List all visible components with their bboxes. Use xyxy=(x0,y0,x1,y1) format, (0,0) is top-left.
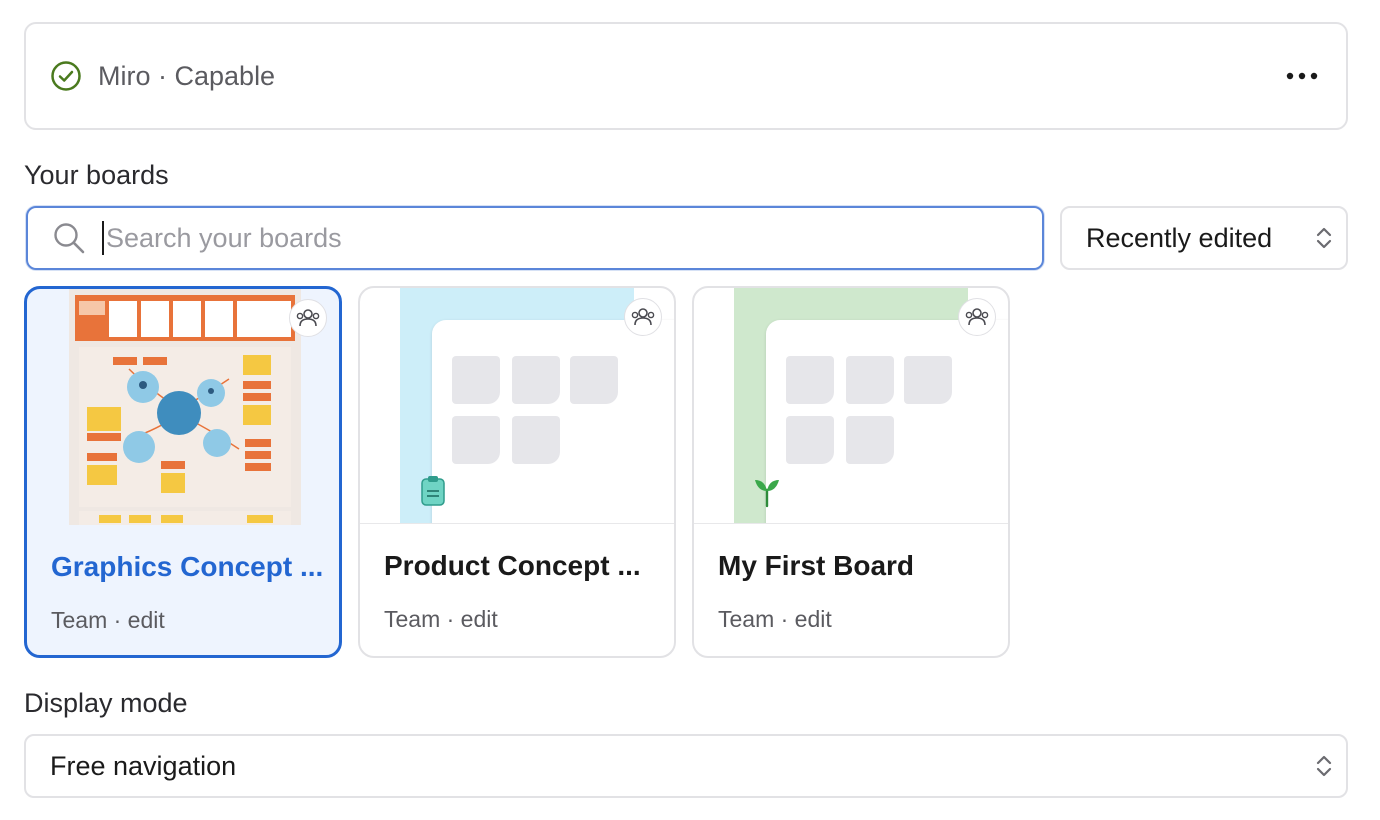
sticky-note xyxy=(512,356,560,404)
more-options-button[interactable] xyxy=(1282,56,1322,96)
team-icon xyxy=(624,298,662,336)
board-card-graphics-concept[interactable]: Graphics Concept ... Team · edit xyxy=(24,286,342,658)
board-thumbnail xyxy=(694,288,1008,524)
search-icon xyxy=(54,223,85,254)
board-search-input[interactable] xyxy=(102,221,982,255)
sort-select-value: Recently edited xyxy=(1086,222,1273,253)
team-icon xyxy=(289,299,327,337)
sort-select[interactable]: Recently edited xyxy=(1060,206,1348,270)
integration-status: Capable xyxy=(174,60,276,91)
chevron-up-down-icon xyxy=(1316,227,1332,249)
integration-name: Miro xyxy=(98,60,151,91)
sprout-icon xyxy=(755,480,779,508)
board-meta: Team · edit xyxy=(51,607,165,633)
team-icon xyxy=(958,298,996,336)
display-mode-value: Free navigation xyxy=(50,750,237,781)
sticky-note xyxy=(512,416,560,464)
board-title: Graphics Concept ... xyxy=(51,551,323,582)
integration-status-text: Miro · Capable xyxy=(98,61,275,92)
display-mode-label: Display mode xyxy=(24,688,188,718)
sticky-note xyxy=(786,416,834,464)
mind-map-thumbnail xyxy=(69,289,301,525)
sticky-note xyxy=(846,356,894,404)
board-card-product-concept[interactable]: Product Concept ... Team · edit xyxy=(358,286,676,658)
sticky-note xyxy=(570,356,618,404)
board-title: My First Board xyxy=(718,550,915,581)
board-meta: Team · edit xyxy=(718,606,832,632)
clipboard-icon xyxy=(421,476,445,506)
sticky-note xyxy=(846,416,894,464)
thumbnail-paper xyxy=(432,320,674,523)
sticky-note xyxy=(452,356,500,404)
ellipsis-icon xyxy=(1286,72,1318,80)
board-search-box[interactable] xyxy=(26,206,1044,270)
integration-status-card: Miro · Capable xyxy=(24,22,1348,130)
board-title: Product Concept ... xyxy=(384,550,641,581)
sticky-note xyxy=(904,356,952,404)
board-thumbnail xyxy=(360,288,674,524)
display-mode-select[interactable]: Free navigation xyxy=(24,734,1348,798)
board-meta: Team · edit xyxy=(384,606,498,632)
chevron-up-down-icon xyxy=(1316,755,1332,777)
sticky-note xyxy=(452,416,500,464)
separator: · xyxy=(150,60,175,91)
thumbnail-paper xyxy=(766,320,1008,523)
check-circle-icon xyxy=(50,60,82,92)
board-card-my-first-board[interactable]: My First Board Team · edit xyxy=(692,286,1010,658)
sticky-note xyxy=(786,356,834,404)
boards-grid: Graphics Concept ... Team · edit Product… xyxy=(24,286,1010,658)
boards-section-label: Your boards xyxy=(24,160,169,190)
board-thumbnail xyxy=(27,289,339,525)
